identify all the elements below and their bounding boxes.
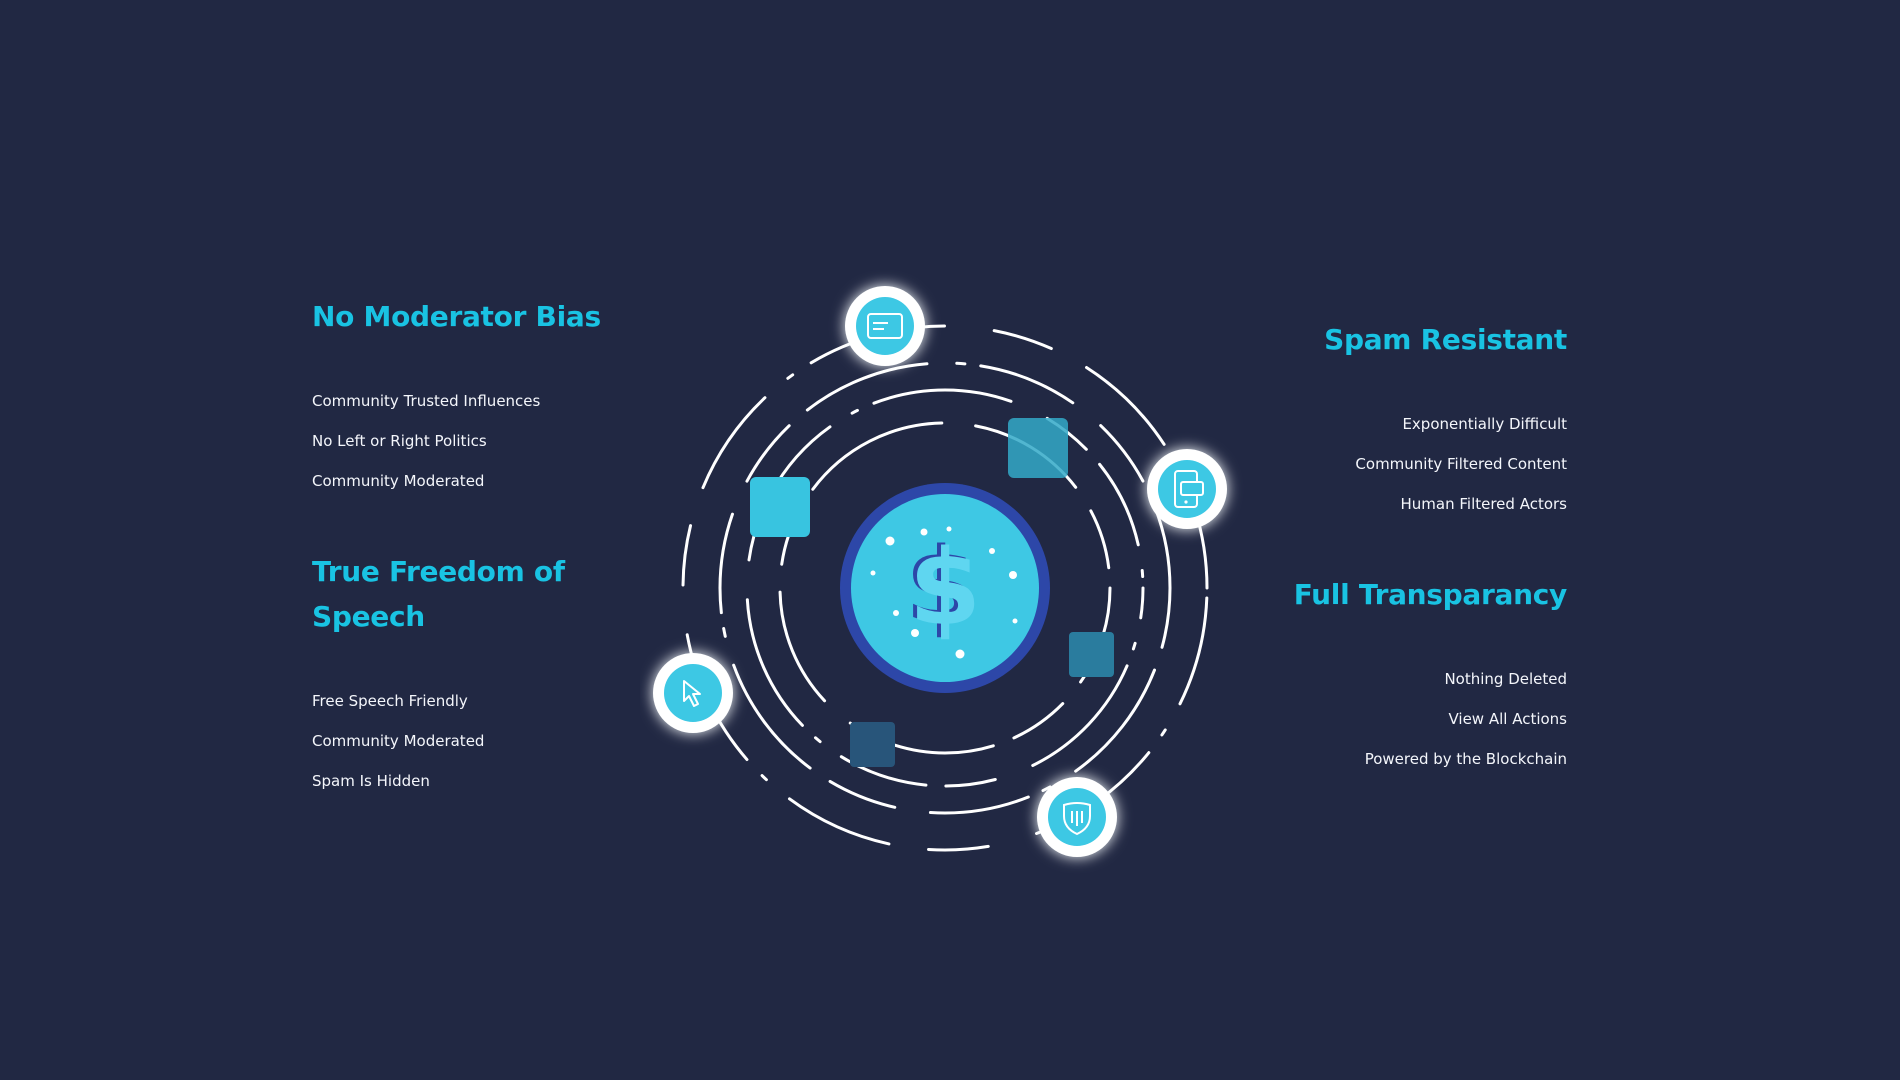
freedom-of-speech-title: True Freedom of Speech <box>312 555 565 633</box>
mobile-wallet-icon <box>1147 449 1227 529</box>
list-item: Nothing Deleted <box>1444 670 1567 688</box>
list-item: Community Moderated <box>312 472 485 490</box>
full-transparency-title: Full Transparancy <box>1293 578 1568 611</box>
cursor-icon <box>653 653 733 733</box>
no-moderator-bias-title: No Moderator Bias <box>312 300 601 333</box>
freedom-of-speech-list: Free Speech Friendly Community Moderated… <box>312 681 652 801</box>
square-decoration <box>850 722 895 767</box>
orbit-graphic: $ $ <box>653 286 1227 857</box>
square-decoration <box>1008 418 1068 478</box>
list-item: Spam Is Hidden <box>312 772 430 790</box>
full-transparency-list: Nothing Deleted View All Actions Powered… <box>1227 659 1567 779</box>
list-item: Community Trusted Influences <box>312 392 541 410</box>
list-item: Community Filtered Content <box>1355 455 1567 473</box>
square-decoration <box>1069 632 1114 677</box>
list-item: Free Speech Friendly <box>312 692 468 710</box>
wallet-card-icon <box>845 286 925 366</box>
square-decoration <box>750 477 810 537</box>
list-item: Human Filtered Actors <box>1400 495 1568 513</box>
shield-icon <box>1037 777 1117 857</box>
spam-resistant-title: Spam Resistant <box>1324 323 1567 356</box>
list-item: View All Actions <box>1448 710 1567 728</box>
no-moderator-bias-list: Community Trusted Influences No Left or … <box>312 381 652 501</box>
list-item: Powered by the Blockchain <box>1364 750 1567 768</box>
dollar-coin-icon: $ $ <box>840 483 1050 693</box>
list-item: Exponentially Difficult <box>1402 415 1567 433</box>
list-item: Community Moderated <box>312 732 485 750</box>
spam-resistant-list: Exponentially Difficult Community Filter… <box>1227 404 1567 524</box>
page: No Moderator Bias Community Trusted Infl… <box>0 0 1900 1080</box>
svg-text:$: $ <box>909 527 981 649</box>
list-item: No Left or Right Politics <box>312 432 487 450</box>
